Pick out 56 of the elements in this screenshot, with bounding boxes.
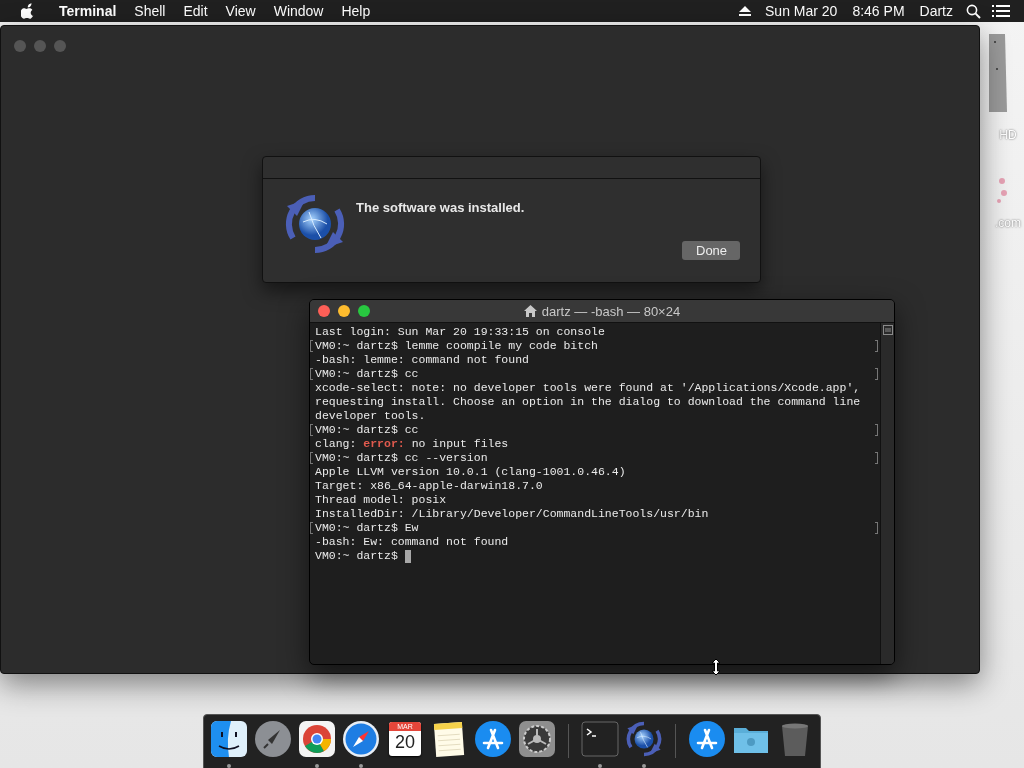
terminal-icon[interactable] <box>581 720 619 758</box>
gear-icon[interactable] <box>518 720 556 758</box>
prompt-mark <box>875 340 878 352</box>
window-title: dartz — -bash — 80×24 <box>541 303 681 319</box>
zoom-button[interactable] <box>358 305 370 317</box>
prompt-mark <box>875 368 878 380</box>
terminal-line: developer tools. <box>315 409 426 423</box>
search-icon[interactable] <box>966 3 981 19</box>
terminal-line: VM0:~ dartz$ <box>315 549 399 563</box>
menu-item[interactable]: Help <box>341 3 371 19</box>
dialog-message: The software was installed. <box>356 200 526 215</box>
clock-text: 8:46 PM <box>852 3 905 19</box>
terminal-line: Last login: Sun Mar 20 19:33:15 on console <box>315 325 605 339</box>
chrome-icon[interactable] <box>298 720 336 758</box>
eject-icon[interactable] <box>738 5 753 17</box>
terminal-line: VM0:~ dartz$ Ew <box>315 521 419 535</box>
terminal-line: requesting install. Choose an option in the dialog to download the command line <box>315 395 861 409</box>
software-update-icon[interactable] <box>283 192 347 256</box>
user-menu[interactable]: Dartz <box>919 3 953 19</box>
prompt-mark <box>875 424 878 436</box>
terminal-line: InstalledDir: /Library/Developer/CommandLineTools/usr/bin <box>315 507 709 521</box>
menu-item[interactable]: Edit <box>183 3 208 19</box>
app-store-icon[interactable] <box>474 720 512 758</box>
home-icon <box>523 305 537 317</box>
menu-item[interactable]: Window <box>273 3 324 19</box>
terminal-line: VM0:~ dartz$ cc <box>315 423 419 437</box>
prompt-mark <box>875 452 878 464</box>
scroll-bar[interactable] <box>880 323 894 664</box>
list-icon[interactable] <box>992 4 1010 18</box>
terminal-line: -bash: Ew: command not found <box>315 535 509 549</box>
apple-logo-icon[interactable] <box>21 3 35 19</box>
calendar-day: 20 <box>395 731 415 753</box>
scroll-button-icon[interactable] <box>882 325 893 335</box>
terminal-line: VM0:~ dartz$ lemme coompile my code bitch <box>315 339 598 353</box>
text-cursor <box>404 549 411 563</box>
finder-icon[interactable] <box>210 720 248 758</box>
close-button[interactable] <box>318 305 330 317</box>
menu-item[interactable]: Shell <box>134 3 166 19</box>
app-store-icon[interactable] <box>688 720 726 758</box>
terminal-line: Target: x86_64-apple-darwin18.7.0 <box>315 479 543 493</box>
done-button[interactable]: Done <box>682 241 740 260</box>
terminal-line: VM0:~ dartz$ cc --version <box>315 451 488 465</box>
terminal-line: Apple LLVM version 10.0.1 (clang-1001.0.46.4) <box>315 465 626 479</box>
terminal-line: xcode-select: note: no developer tools were found at '/Applications/Xcode.app', <box>315 381 861 395</box>
menu-item[interactable]: View <box>225 3 256 19</box>
terminal-line: clang: error: no input files <box>315 437 509 451</box>
app-menu[interactable]: Terminal <box>59 3 117 19</box>
software-update-icon[interactable] <box>625 720 663 758</box>
minimize-button[interactable] <box>338 305 350 317</box>
terminal-line: VM0:~ dartz$ cc <box>315 367 419 381</box>
rocket-icon[interactable] <box>254 720 292 758</box>
prompt-mark <box>875 522 878 534</box>
compass-icon[interactable] <box>342 720 380 758</box>
terminal-line: Thread model: posix <box>315 493 447 507</box>
terminal-line: -bash: lemme: command not found <box>315 353 529 367</box>
date-text: Sun Mar 20 <box>765 3 838 19</box>
